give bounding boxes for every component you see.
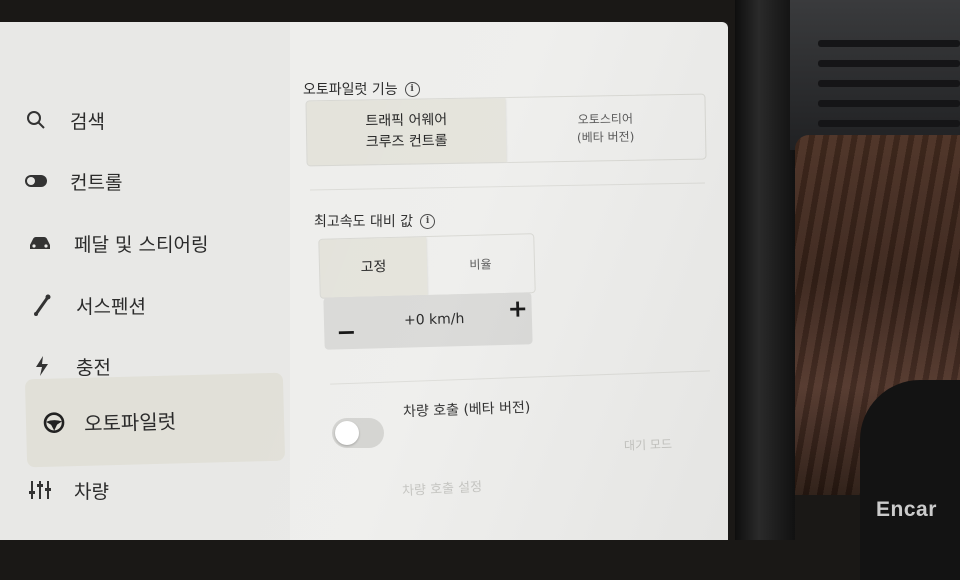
sidebar-item-label: 검색 xyxy=(70,110,105,133)
option-autosteer[interactable]: 오토스티어 (베타 버전) xyxy=(505,95,705,162)
bolt-icon xyxy=(30,354,54,378)
search-icon xyxy=(24,108,48,132)
autopilot-features-title: 오토파일럿 기능 i xyxy=(303,79,420,99)
speed-offset-stepper: − +0 km/h + xyxy=(323,292,533,350)
info-icon[interactable]: i xyxy=(420,213,436,229)
option-traffic-aware-cruise[interactable]: 트래픽 어웨어 크루즈 컨트롤 xyxy=(306,98,507,166)
option-percentage[interactable]: 비율 xyxy=(426,234,534,295)
sidebar-item-label: 오토파일럿 xyxy=(83,408,177,436)
section-title-text: 오토파일럿 기능 xyxy=(303,82,398,98)
screen-bezel xyxy=(735,0,795,540)
speed-offset-value: +0 km/h xyxy=(403,311,465,329)
summon-standby-label: 대기 모드 xyxy=(623,437,673,453)
steering-wheel-icon xyxy=(42,410,67,435)
summon-toggle[interactable] xyxy=(332,418,384,448)
sliders-icon xyxy=(28,478,52,502)
sidebar-item-autopilot[interactable]: 오토파일럿 xyxy=(24,372,286,468)
increase-button[interactable]: + xyxy=(507,294,528,323)
sidebar-item-vehicle[interactable]: 차량 xyxy=(28,462,290,518)
speed-offset-title: 최고속도 대비 값 i xyxy=(314,211,436,231)
sidebar-item-label: 서스펜션 xyxy=(76,295,146,318)
sidebar-item-label: 페달 및 스티어링 xyxy=(74,233,209,256)
car-icon xyxy=(28,231,52,255)
info-icon[interactable]: i xyxy=(404,81,420,97)
air-vent xyxy=(790,0,960,150)
suspension-icon xyxy=(30,293,54,317)
sidebar-item-controls[interactable]: 컨트롤 xyxy=(24,153,286,209)
option-fixed[interactable]: 고정 xyxy=(319,237,428,298)
settings-sidebar: 검색 컨트롤 페달 및 스티어링 서스펜션 충전 오토파일럿 차량 xyxy=(0,22,290,540)
steering-wheel-rim xyxy=(860,380,960,580)
toggle-icon xyxy=(24,169,48,193)
sidebar-item-label: 컨트롤 xyxy=(70,171,123,194)
sidebar-item-label: 차량 xyxy=(74,480,109,503)
section-title-text: 최고속도 대비 값 xyxy=(314,214,414,230)
toggle-knob xyxy=(335,421,359,445)
sidebar-item-suspension[interactable]: 서스펜션 xyxy=(30,277,292,333)
watermark: Encar xyxy=(876,498,937,521)
sidebar-item-search[interactable]: 검색 xyxy=(24,92,286,148)
speed-offset-selector[interactable]: 고정 비율 xyxy=(318,233,536,299)
sidebar-item-label: 충전 xyxy=(76,356,111,379)
sidebar-item-pedals-steering[interactable]: 페달 및 스티어링 xyxy=(28,215,290,271)
decrease-button[interactable]: − xyxy=(336,318,357,347)
autopilot-features-selector[interactable]: 트래픽 어웨어 크루즈 컨트롤 오토스티어 (베타 버전) xyxy=(305,93,707,167)
